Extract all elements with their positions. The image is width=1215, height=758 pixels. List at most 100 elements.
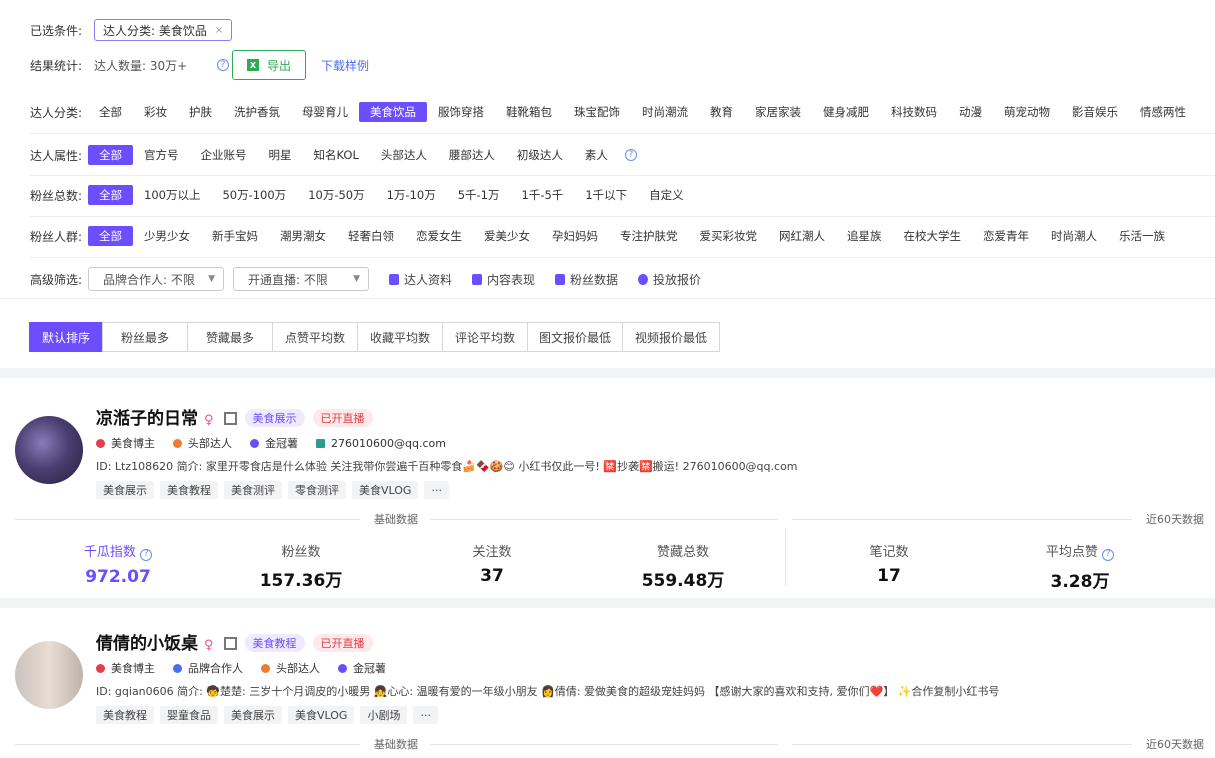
attribute-option[interactable]: 知名KOL xyxy=(303,145,370,165)
attribute-option[interactable]: 全部 xyxy=(88,145,133,165)
badge-gold-crown: 金冠薯 xyxy=(338,660,386,676)
category-option[interactable]: 家居家装 xyxy=(744,102,812,122)
creator-name[interactable]: 凉湉子的日常 xyxy=(96,409,198,429)
category-option[interactable]: 鞋靴箱包 xyxy=(495,102,563,122)
category-option[interactable]: 全部 xyxy=(88,102,133,122)
crowd-option[interactable]: 时尚潮人 xyxy=(1040,226,1108,246)
crowd-option[interactable]: 恋爱青年 xyxy=(972,226,1040,246)
fans-option[interactable]: 全部 xyxy=(88,185,133,205)
category-option[interactable]: 洗护香氛 xyxy=(223,102,291,122)
crowd-option[interactable]: 乐活一族 xyxy=(1108,226,1176,246)
crowd-option[interactable]: 轻奢白领 xyxy=(337,226,405,246)
keyword-tag[interactable]: 美食VLOG xyxy=(288,706,355,724)
metric-fans: 粉丝数 157.36万 xyxy=(221,541,381,591)
crowd-option[interactable]: 专注护肤党 xyxy=(609,226,689,246)
creator-name[interactable]: 倩倩的小饭桌 xyxy=(96,634,198,654)
category-option[interactable]: 动漫 xyxy=(948,102,993,122)
fans-option[interactable]: 自定义 xyxy=(638,185,695,205)
category-option[interactable]: 美食饮品 xyxy=(359,102,427,122)
help-icon[interactable]: ? xyxy=(1102,548,1115,561)
category-option[interactable]: 护肤 xyxy=(178,102,223,122)
crowd-option[interactable]: 追星族 xyxy=(836,226,893,246)
qrcode-icon[interactable] xyxy=(223,412,237,425)
sort-tabs: 默认排序 粉丝最多 赞藏最多 点赞平均数 收藏平均数 评论平均数 图文报价最低 视频报价最低 xyxy=(29,322,720,352)
qrcode-icon[interactable] xyxy=(223,637,237,650)
selected-conditions-row: 已选条件: 达人分类: 美食饮品 × xyxy=(30,19,233,41)
avatar[interactable] xyxy=(15,641,83,709)
sort-tab[interactable]: 赞藏最多 xyxy=(187,322,273,352)
attribute-option[interactable]: 企业账号 xyxy=(190,145,258,165)
crowd-option[interactable]: 网红潮人 xyxy=(768,226,836,246)
download-sample-link[interactable]: 下载样例 xyxy=(321,57,369,74)
attribute-option[interactable]: 腰部达人 xyxy=(438,145,506,165)
fans-option[interactable]: 1千以下 xyxy=(574,185,638,205)
keyword-tag[interactable]: 美食测评 xyxy=(224,481,282,499)
crowd-option[interactable]: 少男少女 xyxy=(133,226,201,246)
category-option[interactable]: 彩妆 xyxy=(133,102,178,122)
crowd-option[interactable]: 爱美少女 xyxy=(473,226,541,246)
sort-tab[interactable]: 视频报价最低 xyxy=(622,322,720,352)
crowd-option[interactable]: 全部 xyxy=(88,226,133,246)
sort-tab[interactable]: 评论平均数 xyxy=(442,322,528,352)
category-option[interactable]: 萌宠动物 xyxy=(993,102,1061,122)
keyword-tag[interactable]: 美食VLOG xyxy=(352,481,419,499)
export-button[interactable]: X 导出 xyxy=(232,50,307,80)
tool-profile[interactable]: 达人资料 xyxy=(389,271,452,288)
attribute-option[interactable]: 素人 xyxy=(574,145,619,165)
crowd-option[interactable]: 在校大学生 xyxy=(893,226,973,246)
live-select[interactable]: 开通直播: 不限 ▼ xyxy=(233,267,369,291)
attribute-option[interactable]: 官方号 xyxy=(133,145,190,165)
category-option[interactable]: 母婴育儿 xyxy=(291,102,359,122)
fans-option[interactable]: 10万-50万 xyxy=(297,185,375,205)
brand-partner-select[interactable]: 品牌合作人: 不限 ▼ xyxy=(88,267,224,291)
crowd-option[interactable]: 潮男潮女 xyxy=(269,226,337,246)
keyword-tag[interactable]: 美食展示 xyxy=(96,481,154,499)
sort-tab[interactable]: 粉丝最多 xyxy=(102,322,188,352)
category-option[interactable]: 珠宝配饰 xyxy=(563,102,631,122)
fans-option[interactable]: 5千-1万 xyxy=(447,185,511,205)
keyword-tag[interactable]: 小剧场 xyxy=(360,706,408,724)
more-tags-button[interactable]: ··· xyxy=(413,706,438,724)
fans-option[interactable]: 50万-100万 xyxy=(211,185,297,205)
category-option[interactable]: 服饰穿搭 xyxy=(427,102,495,122)
fans-option[interactable]: 1千-5千 xyxy=(511,185,575,205)
creator-card[interactable]: 倩倩的小饭桌 ♀ 美食教程 已开直播 美食博主 品牌合作人 头部达人 金冠薯 ID: … xyxy=(0,608,1215,758)
crowd-option[interactable]: 恋爱女生 xyxy=(405,226,473,246)
sort-tab[interactable]: 图文报价最低 xyxy=(527,322,623,352)
category-option[interactable]: 时尚潮流 xyxy=(631,102,699,122)
creator-card[interactable]: 凉湉子的日常 ♀ 美食展示 已开直播 美食博主 头部达人 金冠薯 276010600@… xyxy=(0,378,1215,598)
keyword-tag[interactable]: 美食展示 xyxy=(224,706,282,724)
tool-price[interactable]: 投放报价 xyxy=(638,271,701,288)
sort-tab[interactable]: 点赞平均数 xyxy=(272,322,358,352)
keyword-tag[interactable]: 美食教程 xyxy=(160,481,218,499)
crowd-option[interactable]: 新手宝妈 xyxy=(201,226,269,246)
category-option[interactable]: 情感两性 xyxy=(1129,102,1197,122)
tool-fans[interactable]: 粉丝数据 xyxy=(555,271,618,288)
keyword-tag[interactable]: 零食测评 xyxy=(288,481,346,499)
selected-chip[interactable]: 达人分类: 美食饮品 × xyxy=(94,19,233,41)
help-icon[interactable]: ? xyxy=(140,548,153,561)
keyword-tag[interactable]: 婴童食品 xyxy=(160,706,218,724)
close-icon[interactable]: × xyxy=(215,25,223,36)
crowd-option[interactable]: 孕妇妈妈 xyxy=(541,226,609,246)
creator-bio: ID: gqian0606 简介: 🧒楚楚: 三岁十个月调皮的小暖男 👧心心: … xyxy=(96,685,1000,698)
avatar[interactable] xyxy=(15,416,83,484)
category-option[interactable]: 健身减肥 xyxy=(812,102,880,122)
help-icon[interactable]: ? xyxy=(624,149,637,161)
sort-tab[interactable]: 收藏平均数 xyxy=(357,322,443,352)
category-option[interactable]: 教育 xyxy=(699,102,744,122)
fans-option[interactable]: 1万-10万 xyxy=(376,185,447,205)
help-icon[interactable]: ? xyxy=(217,59,229,71)
more-tags-button[interactable]: ··· xyxy=(424,481,449,499)
tool-content[interactable]: 内容表现 xyxy=(472,271,535,288)
keyword-tag[interactable]: 美食教程 xyxy=(96,706,154,724)
crowd-option[interactable]: 爱买彩妆党 xyxy=(689,226,769,246)
chart-icon xyxy=(472,273,483,285)
attribute-option[interactable]: 明星 xyxy=(258,145,303,165)
attribute-option[interactable]: 头部达人 xyxy=(370,145,438,165)
category-option[interactable]: 影音娱乐 xyxy=(1061,102,1129,122)
fans-option[interactable]: 100万以上 xyxy=(133,185,211,205)
sort-tab[interactable]: 默认排序 xyxy=(29,322,103,352)
category-option[interactable]: 科技数码 xyxy=(880,102,948,122)
attribute-option[interactable]: 初级达人 xyxy=(506,145,574,165)
